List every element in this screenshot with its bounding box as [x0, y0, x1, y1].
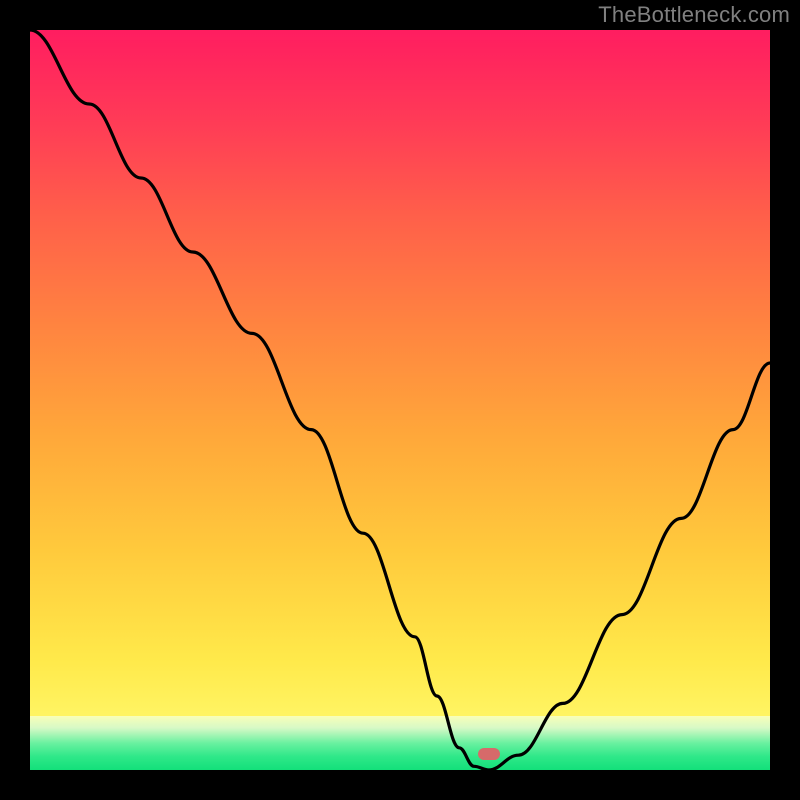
chart-frame: TheBottleneck.com — [0, 0, 800, 800]
curve-layer — [30, 30, 770, 770]
optimum-marker — [478, 748, 500, 760]
plot-area — [30, 30, 770, 770]
bottleneck-curve — [30, 30, 770, 770]
attribution-label: TheBottleneck.com — [598, 2, 790, 28]
